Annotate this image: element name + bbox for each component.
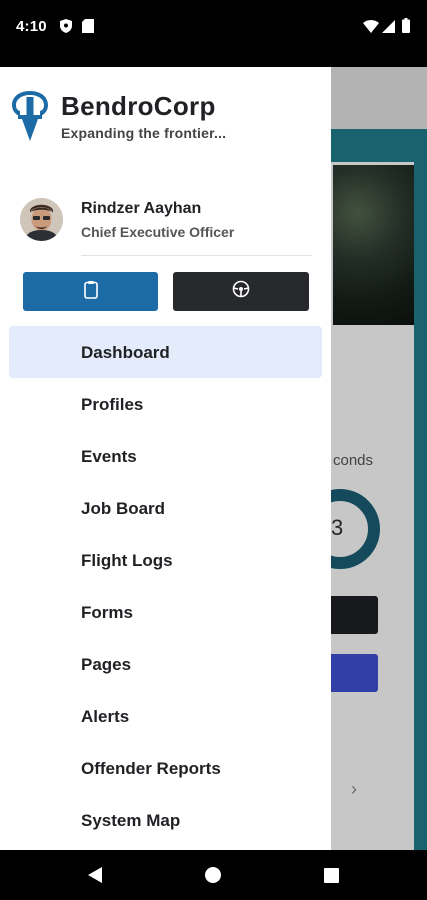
user-role: Chief Executive Officer [81, 224, 235, 240]
nav-item-profiles[interactable]: Profiles [0, 378, 331, 430]
nav-item-label: System Map [81, 811, 181, 830]
nav-item-label: Dashboard [81, 343, 170, 362]
nav-item-label: Pages [81, 655, 132, 674]
avatar[interactable] [20, 198, 63, 241]
user-name: Rindzer Aayhan [81, 200, 202, 217]
drawer-nav-list: Dashboard Profiles Events Job Board Flig… [0, 326, 331, 846]
nav-item-events[interactable]: Events [0, 430, 331, 482]
system-navigation-bar [0, 850, 427, 900]
nav-item-label: Events [81, 447, 137, 466]
clipboard-button[interactable] [23, 272, 158, 311]
nav-item-label: Offender Reports [81, 759, 221, 778]
nav-item-offender-reports[interactable]: Offender Reports [0, 742, 331, 794]
nav-item-pages[interactable]: Pages [0, 638, 331, 690]
wifi-icon [363, 20, 379, 38]
nav-item-label: Forms [81, 603, 133, 622]
battery-icon [402, 18, 410, 38]
divider [81, 255, 312, 256]
nav-item-label: Alerts [81, 707, 130, 726]
nav-item-alerts[interactable]: Alerts [0, 690, 331, 742]
steering-wheel-button[interactable] [173, 272, 309, 311]
nav-item-system-map[interactable]: System Map [0, 794, 331, 846]
nav-item-dashboard[interactable]: Dashboard [0, 326, 331, 378]
status-time: 4:10 [16, 18, 47, 35]
nav-item-forms[interactable]: Forms [0, 586, 331, 638]
cell-signal-icon [382, 20, 395, 38]
nav-item-label: Job Board [81, 499, 166, 518]
shield-icon [60, 19, 72, 38]
nav-item-label: Profiles [81, 395, 144, 414]
nav-item-flight-logs[interactable]: Flight Logs [0, 534, 331, 586]
navigation-drawer: BendroCorp Expanding the frontier... Rin… [0, 67, 331, 850]
recents-icon[interactable] [316, 850, 346, 900]
status-bar: 4:10 [0, 0, 427, 67]
steering-wheel-icon [232, 280, 250, 303]
bendrocorp-logo-icon [10, 89, 50, 148]
brand-tagline: Expanding the frontier... [61, 125, 227, 141]
nav-item-label: Flight Logs [81, 551, 173, 570]
nav-item-job-board[interactable]: Job Board [0, 482, 331, 534]
brand-name: BendroCorp [61, 91, 216, 121]
sd-card-icon [82, 19, 94, 38]
clipboard-icon [83, 280, 98, 304]
back-icon[interactable] [80, 850, 110, 900]
home-icon[interactable] [198, 850, 228, 900]
